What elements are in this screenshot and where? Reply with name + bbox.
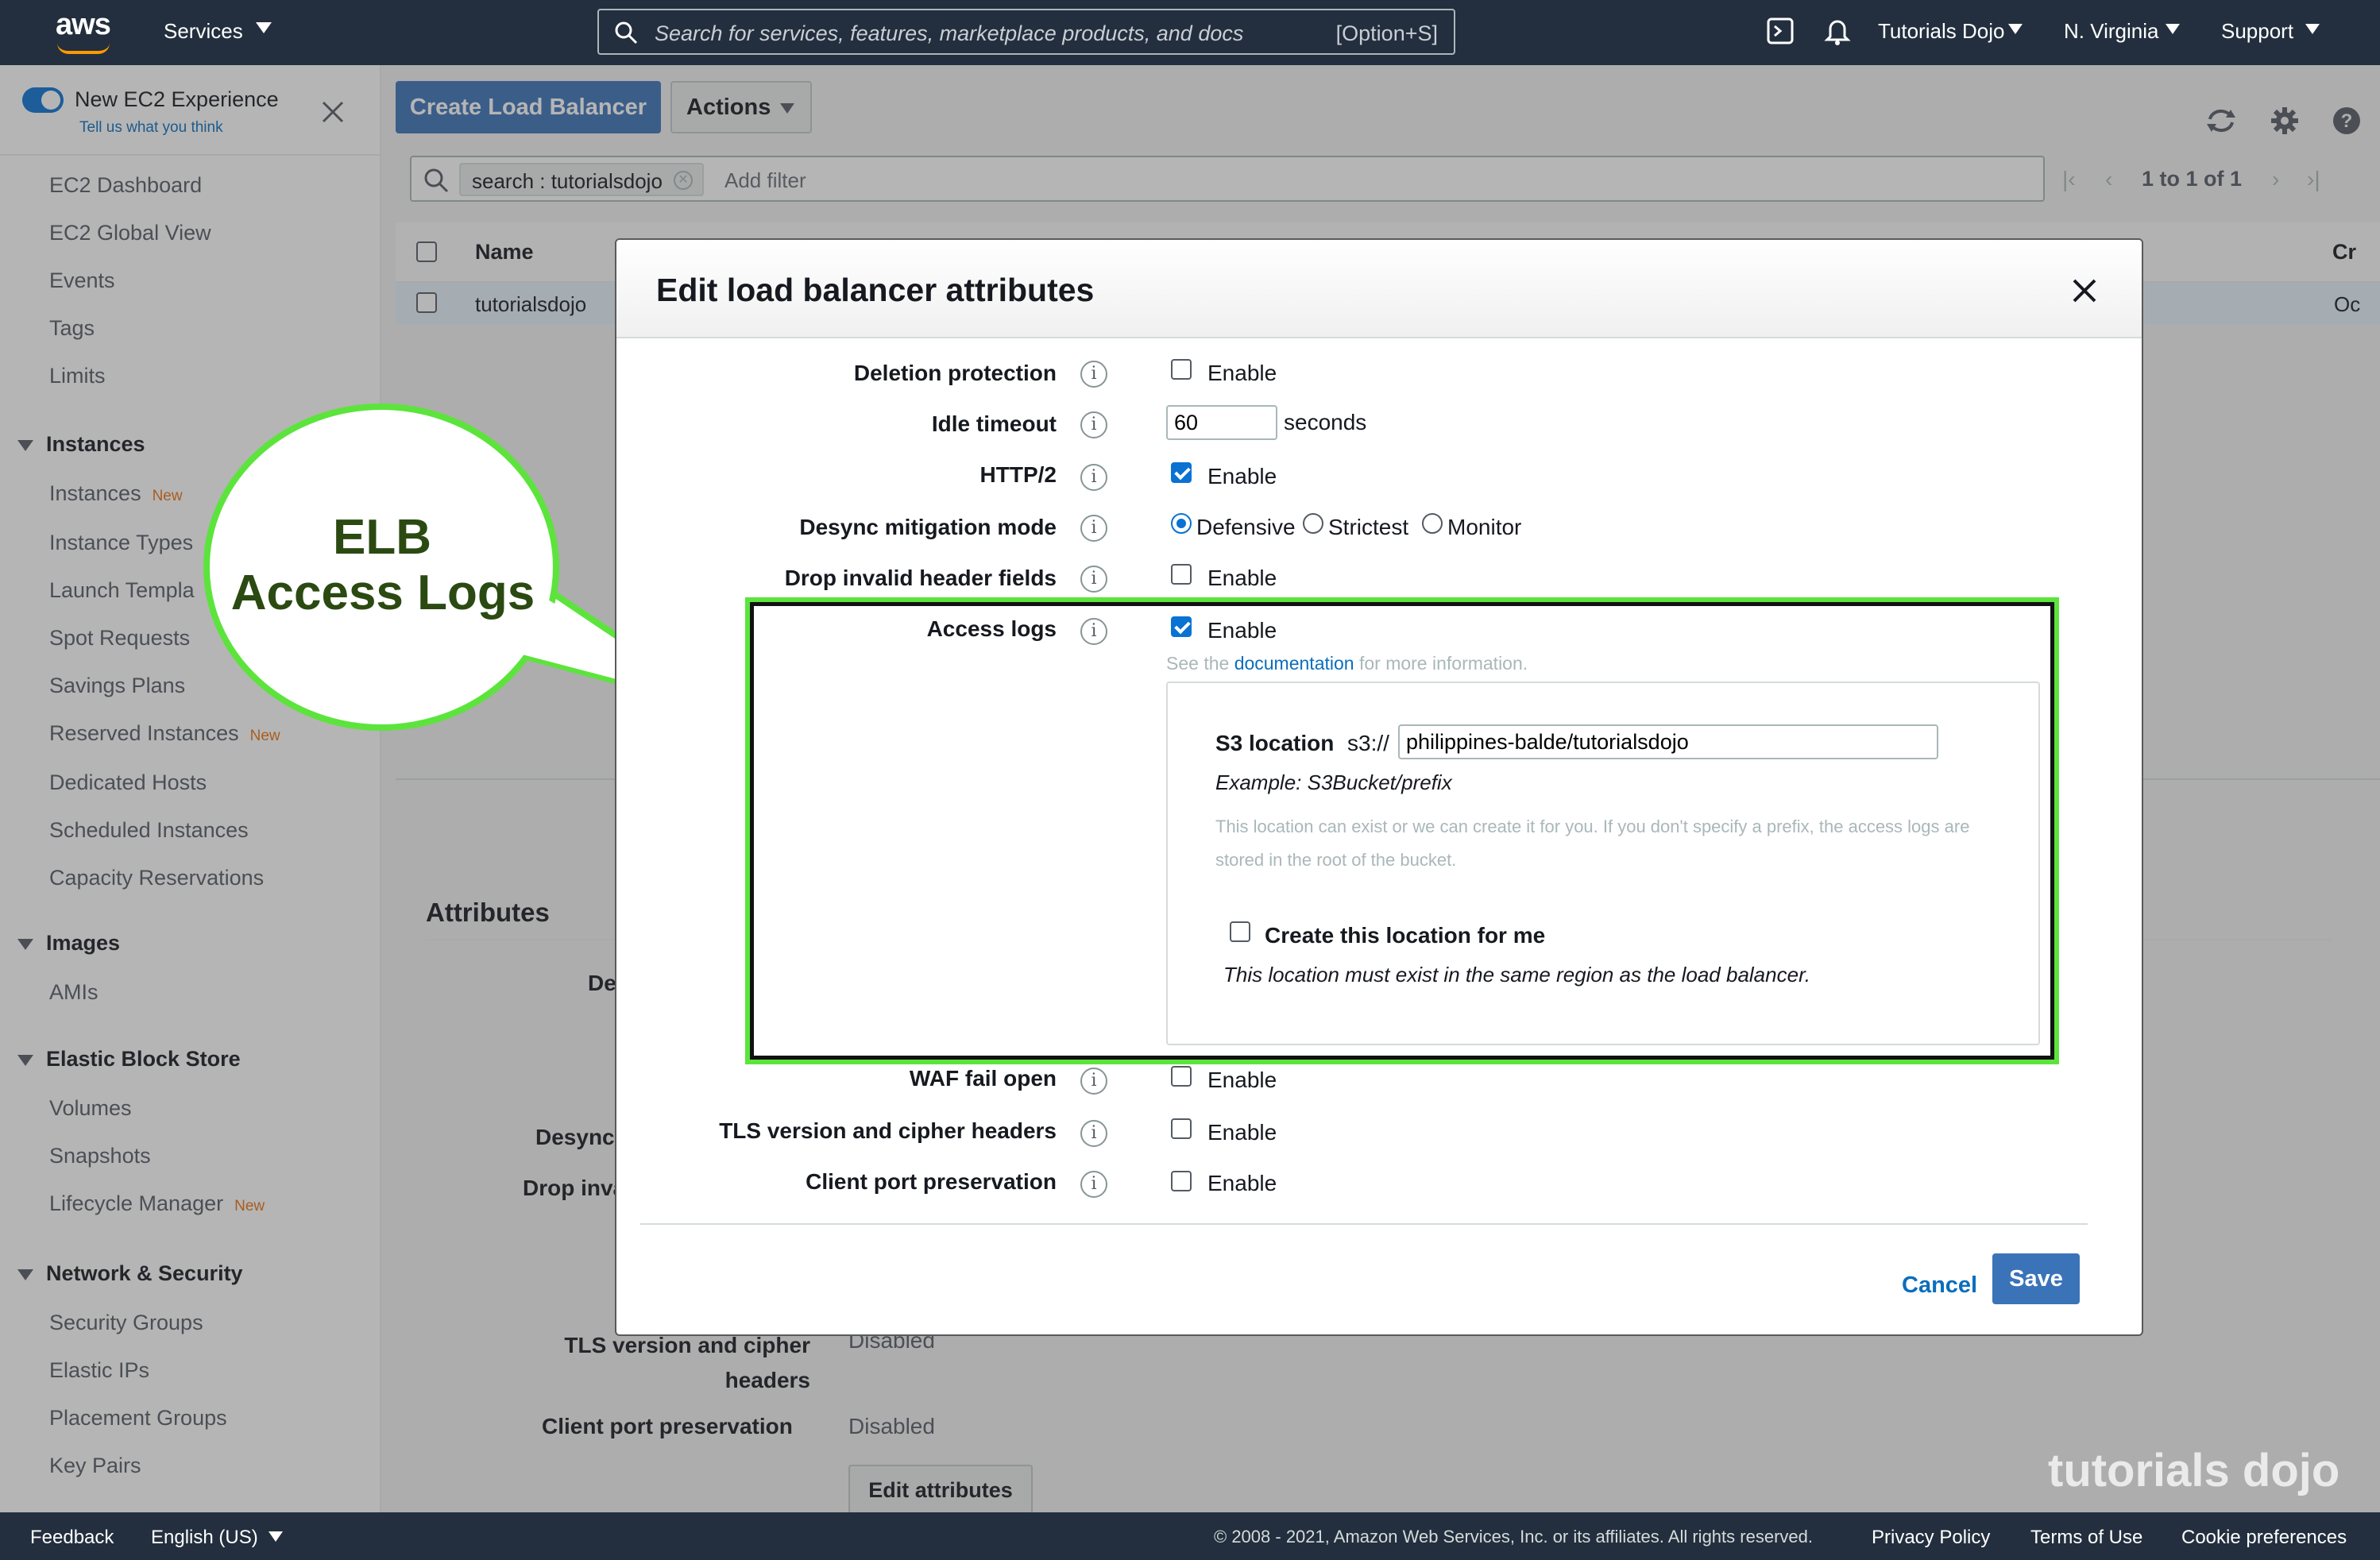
cookie-preferences-link[interactable]: Cookie preferences xyxy=(2181,1527,2347,1549)
terms-of-use-link[interactable]: Terms of Use xyxy=(2030,1527,2142,1549)
access-logs-help: See the documentation for more informati… xyxy=(1166,653,1528,674)
deletion-protection-option: Enable xyxy=(1207,361,1277,385)
modal-title: Edit load balancer attributes xyxy=(656,272,1095,308)
deletion-protection-checkbox[interactable] xyxy=(1171,359,1192,380)
tls-headers-label: TLS version and cipher headers xyxy=(719,1118,1057,1143)
waf-fail-open-option: Enable xyxy=(1207,1068,1277,1092)
documentation-link[interactable]: documentation xyxy=(1234,653,1354,674)
waf-fail-open-label: WAF fail open xyxy=(909,1066,1057,1091)
callout-title: ELB xyxy=(333,510,431,565)
deletion-protection-label: Deletion protection xyxy=(853,361,1057,385)
s3-location-label: S3 location xyxy=(1215,731,1335,755)
s3-location-panel: S3 location s3:// Example: S3Bucket/pref… xyxy=(1166,682,2040,1045)
desync-strictest-radio[interactable] xyxy=(1303,513,1323,534)
desync-monitor-radio[interactable] xyxy=(1422,513,1443,534)
drop-invalid-label: Drop invalid header fields xyxy=(784,566,1057,590)
s3-example: Example: S3Bucket/prefix xyxy=(1215,770,1452,794)
create-location-label: Create this location for me xyxy=(1265,923,1546,948)
http2-label: HTTP/2 xyxy=(979,462,1057,487)
create-location-checkbox[interactable] xyxy=(1230,921,1250,942)
info-icon[interactable]: i xyxy=(1080,618,1107,645)
services-menu[interactable]: Services xyxy=(164,19,243,44)
idle-timeout-label: Idle timeout xyxy=(931,411,1057,436)
edit-attributes-modal: Edit load balancer attributes Deletion p… xyxy=(615,238,2143,1336)
desync-option-defensive: Defensive xyxy=(1196,515,1296,539)
waf-fail-open-checkbox[interactable] xyxy=(1171,1066,1192,1087)
search-icon xyxy=(615,21,638,44)
bell-icon[interactable] xyxy=(1824,16,1851,46)
access-logs-option: Enable xyxy=(1207,618,1277,643)
create-location-note: This location must exist in the same reg… xyxy=(1223,963,1810,987)
global-search-input[interactable]: Search for services, features, marketpla… xyxy=(597,9,1455,55)
close-icon[interactable] xyxy=(2072,278,2097,303)
tls-headers-checkbox[interactable] xyxy=(1171,1118,1192,1139)
desync-option-monitor: Monitor xyxy=(1447,515,1522,539)
search-placeholder: Search for services, features, marketpla… xyxy=(655,21,1244,45)
feedback-button[interactable]: Feedback xyxy=(30,1527,114,1549)
client-port-checkbox[interactable] xyxy=(1171,1171,1192,1191)
cloudshell-icon[interactable] xyxy=(1767,17,1794,44)
client-port-option: Enable xyxy=(1207,1171,1277,1195)
s3-location-input[interactable] xyxy=(1398,724,1938,759)
desync-mode-label: Desync mitigation mode xyxy=(799,515,1057,539)
support-menu[interactable]: Support xyxy=(2221,19,2293,44)
privacy-policy-link[interactable]: Privacy Policy xyxy=(1872,1527,1990,1549)
modal-footer-divider xyxy=(640,1223,2088,1225)
region-menu[interactable]: N. Virginia xyxy=(2064,19,2158,44)
http2-option: Enable xyxy=(1207,464,1277,488)
modal-header: Edit load balancer attributes xyxy=(616,240,2142,338)
support-chevron-icon[interactable] xyxy=(2305,24,2320,34)
access-logs-checkbox[interactable] xyxy=(1171,616,1192,637)
info-icon[interactable]: i xyxy=(1080,1120,1107,1147)
client-port-label: Client port preservation xyxy=(806,1169,1057,1194)
idle-timeout-unit: seconds xyxy=(1284,410,1367,434)
drop-invalid-checkbox[interactable] xyxy=(1171,564,1192,585)
s3-description: This location can exist or we can create… xyxy=(1215,817,1970,870)
desync-defensive-radio[interactable] xyxy=(1171,513,1192,534)
search-shortcut: [Option+S] xyxy=(1335,21,1438,45)
info-icon[interactable]: i xyxy=(1080,361,1107,388)
info-icon[interactable]: i xyxy=(1080,515,1107,542)
watermark: tutorials dojo xyxy=(2048,1445,2340,1496)
desync-option-strictest: Strictest xyxy=(1328,515,1409,539)
info-icon[interactable]: i xyxy=(1080,566,1107,593)
s3-prefix: s3:// xyxy=(1347,731,1389,755)
info-icon[interactable]: i xyxy=(1080,411,1107,438)
info-icon[interactable]: i xyxy=(1080,1068,1107,1095)
info-icon[interactable]: i xyxy=(1080,1171,1107,1198)
account-chevron-icon[interactable] xyxy=(2008,24,2023,34)
tls-headers-option: Enable xyxy=(1207,1120,1277,1145)
account-menu[interactable]: Tutorials Dojo xyxy=(1878,19,2004,44)
idle-timeout-input[interactable] xyxy=(1166,405,1277,440)
http2-checkbox[interactable] xyxy=(1171,462,1192,483)
language-chevron-icon[interactable] xyxy=(269,1531,283,1542)
cancel-button[interactable]: Cancel xyxy=(1902,1272,1977,1299)
save-button[interactable]: Save xyxy=(1992,1253,2080,1304)
aws-logo-text: aws xyxy=(56,8,111,41)
language-selector[interactable]: English (US) xyxy=(151,1527,258,1549)
access-logs-label: Access logs xyxy=(926,616,1057,641)
copyright: © 2008 - 2021, Amazon Web Services, Inc.… xyxy=(1214,1527,1813,1546)
info-icon[interactable]: i xyxy=(1080,464,1107,491)
region-chevron-icon[interactable] xyxy=(2166,24,2180,34)
drop-invalid-option: Enable xyxy=(1207,566,1277,590)
aws-logo[interactable]: aws xyxy=(56,8,111,56)
top-navigation: aws Services Search for services, featur… xyxy=(0,0,2380,65)
footer: Feedback English (US) © 2008 - 2021, Ama… xyxy=(0,1512,2380,1560)
services-chevron-icon[interactable] xyxy=(256,22,272,33)
callout-subtitle: Access Logs xyxy=(230,566,535,620)
